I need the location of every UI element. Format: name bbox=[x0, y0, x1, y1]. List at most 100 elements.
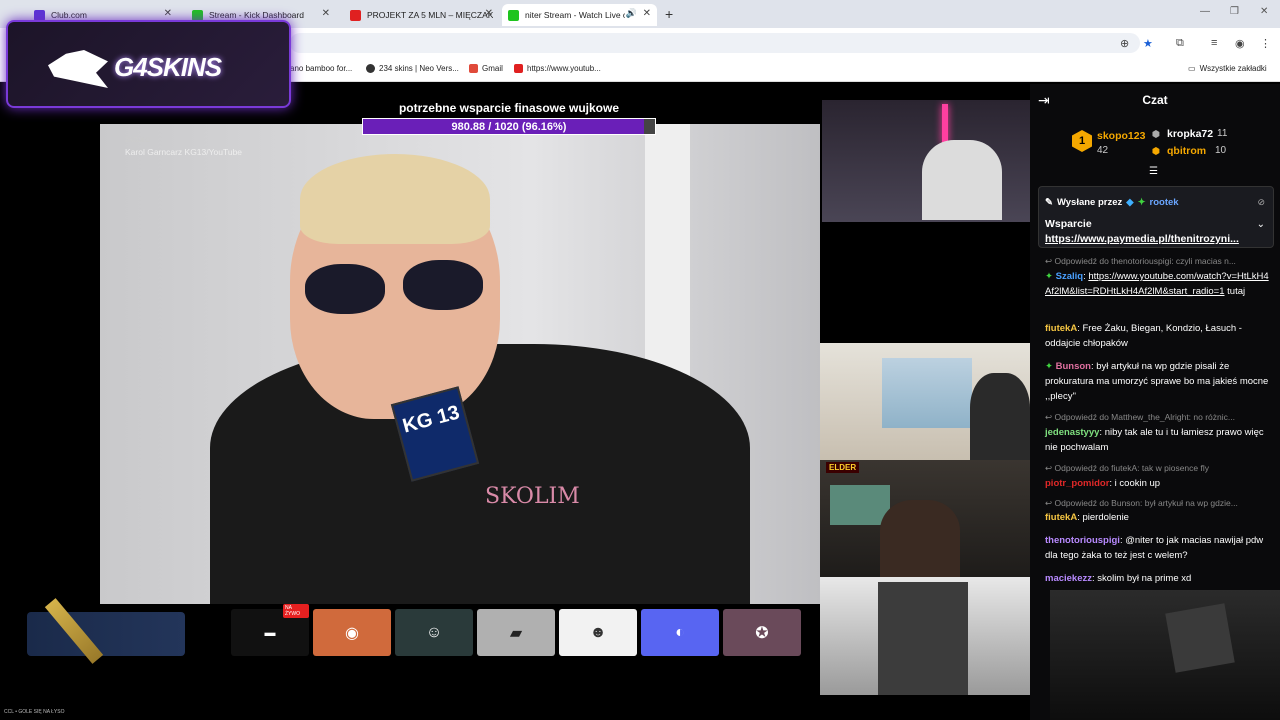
tile-discord[interactable]: ◐ bbox=[641, 609, 719, 656]
hexagon-icon: ⬢ bbox=[1152, 146, 1160, 156]
chat-username[interactable]: fiutekA bbox=[1045, 323, 1077, 334]
leaderboard-count: 42 bbox=[1097, 145, 1109, 156]
leaderboard-user[interactable]: skopo123 bbox=[1097, 130, 1145, 142]
reply-text: Odpowiedź do thenotoriouspigi: czyli mac… bbox=[1054, 256, 1236, 266]
chat-message: thenotoriouspigi: @niter to jak macias n… bbox=[1045, 535, 1264, 561]
bookmark-label: Wszystkie zakładki bbox=[1199, 64, 1267, 73]
main-video[interactable]: SKOLIM KG 13 bbox=[100, 124, 820, 604]
kick-favicon-icon bbox=[508, 9, 519, 21]
chat-message: maciekezz: skolim był na prime xd bbox=[1045, 573, 1192, 584]
close-icon[interactable]: ✕ bbox=[643, 8, 651, 19]
live-badge: NA ŻYWO bbox=[283, 604, 309, 618]
chat-text: pierdolenie bbox=[1082, 512, 1129, 523]
reply-text: Odpowiedź do fiutekA: tak w piosence fly bbox=[1054, 463, 1209, 473]
media-control-icon[interactable]: ≡ bbox=[1211, 37, 1217, 49]
chat-text: tutaj bbox=[1224, 286, 1246, 297]
skin-knife-panel bbox=[27, 598, 185, 664]
reply-context: ↩ Odpowiedź do fiutekA: tak w piosence f… bbox=[1045, 463, 1209, 473]
close-icon[interactable]: ✕ bbox=[164, 8, 172, 19]
sparkle-icon: ✦ bbox=[1045, 271, 1056, 282]
profile-icon[interactable]: ◉ bbox=[1235, 37, 1245, 50]
close-icon[interactable]: ✕ bbox=[485, 8, 493, 19]
pinned-user[interactable]: rootek bbox=[1150, 197, 1179, 208]
chat-username[interactable]: piotr_pomidor bbox=[1045, 478, 1109, 489]
sparkle-icon: ✦ bbox=[1137, 197, 1146, 208]
webcam-guest-3 bbox=[820, 577, 1030, 695]
hexagon-icon: ⬢ bbox=[1152, 129, 1160, 139]
bookmark-label: 234 skins | Neo Vers... bbox=[379, 64, 459, 73]
chat-message: ✦ Szaliq: https://www.youtube.com/watch?… bbox=[1045, 271, 1269, 297]
omnibox[interactable] bbox=[290, 33, 1140, 53]
expand-leaderboard-icon[interactable]: ☰ bbox=[1149, 166, 1158, 177]
avatar-icon: ☻ bbox=[589, 623, 607, 641]
chevron-down-icon[interactable]: ⌄ bbox=[1257, 219, 1265, 230]
bookmark-item[interactable]: 234 skins | Neo Vers... bbox=[366, 64, 459, 73]
extensions-icon[interactable]: ⧉ bbox=[1176, 37, 1184, 50]
leaderboard-user[interactable]: kropka72 bbox=[1167, 128, 1213, 140]
zoom-icon[interactable]: ⊕ bbox=[1120, 37, 1129, 50]
webcam-streamer bbox=[822, 100, 1030, 222]
reply-text: Odpowiedź do Bunson: był artykuł na wp g… bbox=[1054, 498, 1238, 508]
bookmark-star-icon[interactable]: ★ bbox=[1143, 37, 1153, 50]
chat-text: skolim był na prime xd bbox=[1097, 573, 1192, 584]
youtube-icon bbox=[514, 64, 523, 73]
tab-title: PROJEKT ZA 5 MLN – MIĘCZAK bbox=[367, 10, 493, 20]
club-favicon-icon bbox=[34, 9, 45, 21]
close-window-icon[interactable]: ✕ bbox=[1260, 6, 1268, 17]
chat-message: fiutekA: pierdolenie bbox=[1045, 512, 1129, 523]
bookmark-label: Gmail bbox=[482, 64, 503, 73]
pinned-link[interactable]: https://www.paymedia.pl/thenitrozyni... bbox=[1045, 232, 1239, 247]
leaderboard-user[interactable]: qbitrom bbox=[1167, 145, 1206, 157]
pinned-by-label: Wysłane przez bbox=[1056, 197, 1123, 208]
bookmark-item[interactable]: https://www.youtub... bbox=[514, 64, 601, 73]
tile-avatar-4[interactable]: ✪ bbox=[723, 609, 801, 656]
bookmark-item[interactable]: ano bamboo for... bbox=[290, 64, 352, 73]
car-icon: ▰ bbox=[509, 624, 523, 642]
chat-username[interactable]: thenotoriouspigi bbox=[1045, 535, 1120, 546]
all-bookmarks-button[interactable]: ▭ Wszystkie zakładki bbox=[1188, 64, 1267, 73]
webcam-guest-2: ELDER bbox=[820, 460, 1030, 577]
chat-username[interactable]: maciekezz bbox=[1045, 573, 1092, 584]
unpin-icon[interactable]: ⊘ bbox=[1257, 197, 1265, 208]
goal-progress-bar: 980.88 / 1020 (96.16%) bbox=[362, 118, 656, 135]
tab-title: Club.com bbox=[51, 10, 87, 20]
minimize-icon[interactable]: — bbox=[1200, 6, 1210, 17]
chat-username[interactable]: jedenastyyy bbox=[1045, 427, 1099, 438]
reply-context: ↩ Odpowiedź do Matthew_the_Alright: no r… bbox=[1045, 412, 1235, 422]
avatar-icon: ✪ bbox=[755, 624, 769, 642]
bookmark-label: ano bamboo for... bbox=[290, 64, 353, 73]
knife-icon bbox=[44, 598, 104, 664]
person-hair bbox=[300, 154, 490, 244]
chat-username[interactable]: Bunson bbox=[1056, 361, 1091, 372]
discord-icon: ◐ bbox=[675, 623, 685, 641]
globe-icon bbox=[366, 64, 375, 73]
new-tab-button[interactable]: + bbox=[665, 6, 673, 22]
kick-favicon-icon bbox=[192, 9, 203, 21]
menu-icon[interactable]: ⋮ bbox=[1260, 37, 1271, 50]
tile-avatar-1[interactable]: ◉ bbox=[313, 609, 391, 656]
tile-tv[interactable]: ▬ NA ŻYWO bbox=[231, 604, 309, 656]
bookmark-item[interactable]: Gmail bbox=[469, 64, 503, 73]
tile-car[interactable]: ▰ bbox=[477, 609, 555, 656]
tab-youtube-projekt[interactable]: PROJEKT ZA 5 MLN – MIĘCZAK ✕ bbox=[344, 4, 499, 26]
tab-niter-stream[interactable]: niter Stream - Watch Live o 🔊 ✕ bbox=[502, 4, 657, 26]
window-view bbox=[882, 358, 972, 428]
badge-icon: ◆ bbox=[1126, 197, 1134, 208]
chat-username[interactable]: Szaliq bbox=[1056, 271, 1083, 282]
logo-text: G4SKINS bbox=[114, 52, 222, 82]
speaker-icon[interactable]: 🔊 bbox=[626, 8, 637, 19]
restore-icon[interactable]: ❐ bbox=[1230, 6, 1239, 17]
tile-avatar-2[interactable]: ☺ bbox=[395, 609, 473, 656]
tile-avatar-3[interactable]: ☻ bbox=[559, 609, 637, 656]
facecam-overlay bbox=[1050, 590, 1280, 720]
pip-tag: ELDER bbox=[826, 462, 860, 473]
rank-badge: 1 bbox=[1072, 130, 1092, 152]
close-icon[interactable]: ✕ bbox=[322, 8, 330, 19]
guest-figure bbox=[970, 373, 1030, 460]
sunglasses bbox=[305, 260, 485, 316]
reply-context: ↩ Odpowiedź do Bunson: był artykuł na wp… bbox=[1045, 498, 1238, 508]
leaderboard-count: 11 bbox=[1217, 128, 1228, 139]
wolf-logo-icon bbox=[48, 50, 108, 88]
chat-username[interactable]: fiutekA bbox=[1045, 512, 1077, 523]
aquarium bbox=[830, 485, 890, 525]
